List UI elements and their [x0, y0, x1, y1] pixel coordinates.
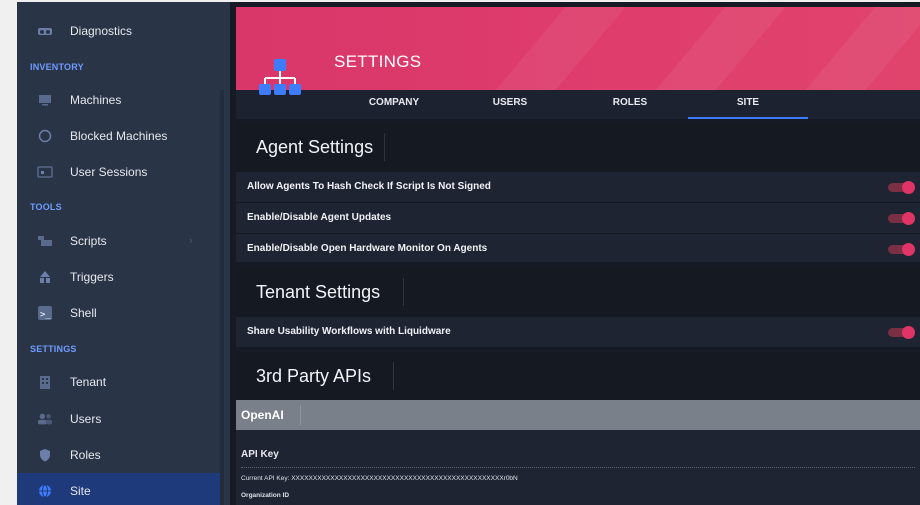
main-content: SETTINGS COMPANY USERS ROLES SITE Agent … — [230, 2, 920, 505]
sidebar: Diagnostics INVENTORY Machines Blocked M… — [17, 2, 230, 505]
sidebar-item-machines[interactable]: Machines — [17, 82, 220, 118]
hash-check-toggle[interactable] — [888, 181, 916, 194]
sidebar-item-label: Scripts — [70, 234, 107, 248]
trigger-icon — [37, 270, 53, 284]
settings-banner: SETTINGS COMPANY USERS ROLES SITE — [236, 7, 920, 119]
setting-row: Allow Agents To Hash Check If Script Is … — [236, 171, 920, 202]
chevron-right-icon: › — [189, 235, 193, 247]
api-key-label: API Key — [241, 449, 279, 460]
openai-title: OpenAI — [241, 408, 284, 422]
agent-updates-toggle[interactable] — [888, 212, 916, 225]
sidebar-scrollbar[interactable] — [220, 90, 224, 505]
tab-site[interactable]: SITE — [688, 90, 808, 119]
setting-row: Enable/Disable Agent Updates — [236, 202, 920, 233]
user-session-icon — [37, 165, 53, 179]
sidebar-item-label: Site — [70, 484, 91, 498]
tab-company[interactable]: COMPANY — [336, 90, 452, 119]
sidebar-item-users[interactable]: Users — [17, 401, 220, 437]
openai-header: OpenAI — [236, 400, 920, 430]
sidebar-item-label: Roles — [70, 448, 101, 462]
monitor-icon — [37, 93, 53, 107]
third-party-apis-card: 3rd Party APIs — [236, 352, 920, 400]
sidebar-item-label: Machines — [70, 93, 122, 107]
sidebar-item-scripts[interactable]: Scripts › — [17, 223, 220, 259]
tab-roles[interactable]: ROLES — [572, 90, 688, 119]
agent-settings-title: Agent Settings — [256, 137, 374, 157]
sidebar-item-label: User Sessions — [70, 165, 148, 179]
app-window: Diagnostics INVENTORY Machines Blocked M… — [17, 2, 920, 505]
current-api-key: Current API Key: XXXXXXXXXXXXXXXXXXXXXXX… — [241, 475, 518, 482]
svg-text:>_: >_ — [40, 310, 51, 320]
sidebar-item-blocked-machines[interactable]: Blocked Machines — [17, 118, 220, 154]
sidebar-item-label: Blocked Machines — [70, 129, 168, 143]
sidebar-item-site[interactable]: Site — [17, 473, 220, 505]
setting-label: Enable/Disable Agent Updates — [247, 212, 392, 223]
sidebar-item-label: Diagnostics — [70, 24, 133, 38]
page-title: SETTINGS — [334, 52, 422, 71]
sidebar-item-label: Tenant — [70, 375, 107, 389]
setting-label: Share Usability Workflows with Liquidwar… — [247, 326, 451, 337]
sidebar-item-diagnostics[interactable]: Diagnostics — [17, 13, 220, 49]
sidebar-item-label: Shell — [70, 306, 97, 320]
terminal-icon: >_ — [37, 306, 53, 320]
setting-label: Enable/Disable Open Hardware Monitor On … — [247, 243, 488, 254]
hardware-monitor-toggle[interactable] — [888, 243, 916, 256]
blocked-icon — [37, 129, 53, 143]
sidebar-item-roles[interactable]: Roles — [17, 437, 220, 473]
divider — [241, 467, 915, 468]
sidebar-item-user-sessions[interactable]: User Sessions — [17, 154, 220, 190]
users-icon — [37, 412, 53, 426]
settings-tabs: COMPANY USERS ROLES SITE — [236, 90, 920, 119]
organization-id-label: Organization ID — [241, 492, 290, 499]
tenant-settings-title: Tenant Settings — [256, 282, 381, 302]
setting-row: Share Usability Workflows with Liquidwar… — [236, 316, 920, 347]
shield-icon — [37, 448, 53, 462]
sidebar-item-label: Triggers — [70, 270, 114, 284]
setting-label: Allow Agents To Hash Check If Script Is … — [247, 181, 491, 192]
diagnostics-icon — [37, 24, 53, 38]
org-chart-icon — [257, 59, 303, 99]
section-tools: TOOLS — [30, 202, 62, 212]
script-icon — [37, 234, 53, 248]
third-party-apis-title: 3rd Party APIs — [256, 366, 372, 386]
section-inventory: INVENTORY — [30, 62, 84, 72]
openai-panel: API Key Current API Key: XXXXXXXXXXXXXXX… — [236, 430, 920, 505]
tab-users[interactable]: USERS — [452, 90, 568, 119]
setting-row: Enable/Disable Open Hardware Monitor On … — [236, 233, 920, 264]
sidebar-item-shell[interactable]: >_ Shell — [17, 295, 220, 331]
share-workflows-toggle[interactable] — [888, 326, 916, 339]
sidebar-item-triggers[interactable]: Triggers — [17, 259, 220, 295]
agent-settings-card: Agent Settings Allow Agents To Hash Chec… — [236, 123, 920, 262]
section-settings: SETTINGS — [30, 344, 77, 354]
sidebar-item-label: Users — [70, 412, 102, 426]
globe-icon — [37, 484, 53, 498]
sidebar-item-tenant[interactable]: Tenant — [17, 364, 220, 400]
tenant-settings-card: Tenant Settings Share Usability Workflow… — [236, 268, 920, 347]
building-icon — [37, 375, 53, 389]
